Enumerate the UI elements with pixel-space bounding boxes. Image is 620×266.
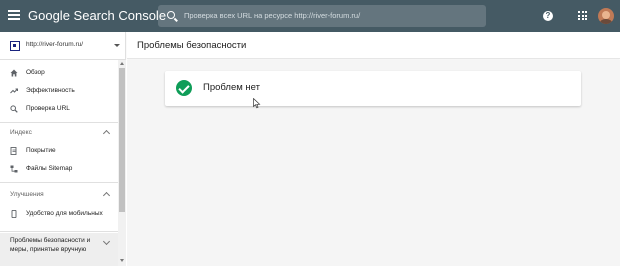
top-app-bar: Google Search Console Проверка всех URL … bbox=[0, 0, 620, 32]
chevron-up-icon bbox=[102, 129, 111, 138]
caret-down-icon bbox=[114, 44, 120, 47]
search-icon bbox=[167, 11, 175, 19]
coverage-icon bbox=[10, 147, 17, 155]
apps-icon[interactable] bbox=[578, 11, 587, 20]
sidebar-item-label: Обзор bbox=[26, 69, 45, 76]
chevron-down-icon bbox=[102, 237, 111, 246]
section-label: Улучшения bbox=[10, 191, 44, 198]
sidebar-item-label: Проверка URL bbox=[26, 105, 70, 112]
sidebar: http://river-forum.ru/ Обзор Эффективнос… bbox=[0, 32, 126, 266]
sidebar-item-mobile-usability[interactable]: Удобство для мобильных bbox=[0, 205, 118, 223]
page-title: Проблемы безопасности bbox=[137, 40, 247, 51]
divider bbox=[0, 122, 118, 123]
page-header: Проблемы безопасности bbox=[127, 32, 620, 59]
sidebar-item-sitemaps[interactable]: Файлы Sitemap bbox=[0, 160, 118, 178]
app-logo[interactable]: Google Search Console bbox=[28, 8, 166, 23]
sidebar-item-label: Проблемы безопасности и меры, принятые в… bbox=[10, 237, 91, 253]
scroll-down-arrow-icon[interactable] bbox=[120, 259, 124, 262]
sitemap-icon bbox=[10, 165, 18, 173]
sidebar-item-performance[interactable]: Эффективность bbox=[0, 82, 118, 100]
section-index-header[interactable]: Индекс bbox=[0, 125, 118, 141]
sidebar-item-overview[interactable]: Обзор bbox=[0, 64, 118, 82]
divider bbox=[0, 182, 118, 183]
scroll-up-arrow-icon[interactable] bbox=[120, 62, 124, 65]
check-circle-icon bbox=[176, 80, 192, 96]
home-icon bbox=[10, 69, 18, 77]
search-placeholder: Проверка всех URL на ресурсе http://rive… bbox=[184, 11, 361, 20]
logo-product: Search Console bbox=[73, 8, 167, 23]
section-label: Индекс bbox=[10, 129, 32, 136]
search-input[interactable]: Проверка всех URL на ресурсе http://rive… bbox=[158, 5, 486, 27]
property-selector[interactable]: http://river-forum.ru/ bbox=[0, 32, 126, 60]
trending-icon bbox=[10, 88, 18, 94]
sidebar-item-label: Эффективность bbox=[26, 87, 75, 94]
avatar[interactable] bbox=[598, 8, 614, 24]
main-content: Проблем нет bbox=[127, 60, 620, 266]
mobile-icon bbox=[11, 210, 17, 218]
sidebar-item-url-inspection[interactable]: Проверка URL bbox=[0, 100, 118, 118]
sidebar-item-coverage[interactable]: Покрытие bbox=[0, 142, 118, 160]
sidebar-scrollbar[interactable] bbox=[118, 60, 126, 266]
section-enhancements-header[interactable]: Улучшения bbox=[0, 187, 118, 203]
sidebar-item-label: Покрытие bbox=[26, 147, 56, 154]
status-text: Проблем нет bbox=[203, 82, 260, 93]
divider bbox=[0, 231, 118, 232]
logo-google: Google bbox=[28, 8, 70, 23]
menu-icon[interactable] bbox=[8, 10, 20, 20]
status-card: Проблем нет bbox=[165, 71, 581, 106]
sidebar-item-security-manual-actions[interactable]: Проблемы безопасности и меры, принятые в… bbox=[0, 233, 118, 266]
sidebar-item-label: Удобство для мобильных bbox=[26, 210, 103, 217]
search-icon bbox=[10, 105, 18, 113]
sidebar-item-label: Файлы Sitemap bbox=[26, 165, 73, 172]
scroll-thumb[interactable] bbox=[119, 68, 125, 212]
site-favicon-icon bbox=[10, 41, 20, 51]
property-url: http://river-forum.ru/ bbox=[26, 41, 84, 48]
help-icon[interactable]: ? bbox=[543, 11, 553, 21]
chevron-up-icon bbox=[102, 191, 111, 200]
